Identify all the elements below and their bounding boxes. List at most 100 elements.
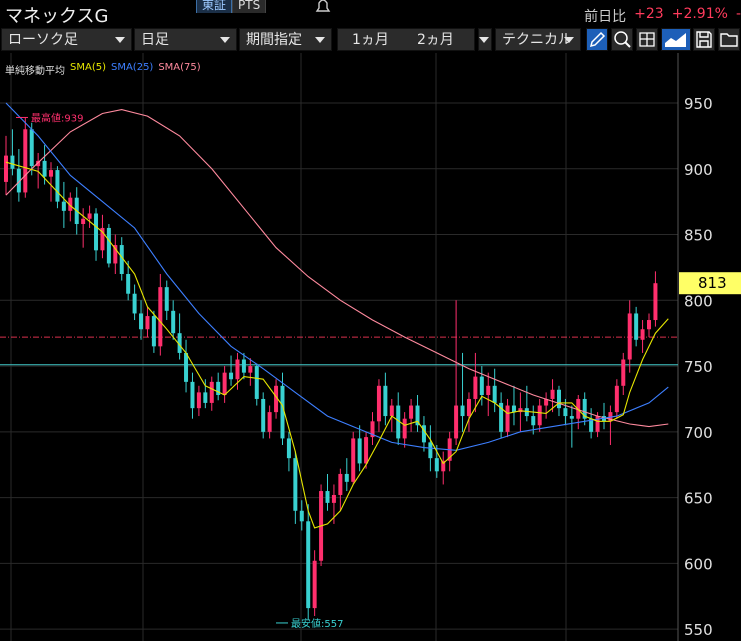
candle-body <box>409 405 414 419</box>
candle-body <box>486 385 491 396</box>
legend-sma25: SMA(25) <box>110 62 154 73</box>
chart-type-select[interactable]: ローソク足 <box>1 28 132 51</box>
zoom-123-icon[interactable] <box>611 28 633 51</box>
candle-body <box>171 310 176 334</box>
candle-body <box>376 385 381 422</box>
y-tick-label: 650 <box>684 490 713 508</box>
candle-body <box>344 473 349 482</box>
high-label: 最高値:939 <box>31 111 83 124</box>
change-label: 前日比 <box>584 9 627 25</box>
candle-body <box>222 372 227 396</box>
range-mode-select[interactable]: 期間指定 <box>239 28 332 51</box>
period-label: 日足 <box>141 32 169 48</box>
candle-body <box>29 129 34 167</box>
tab-pts[interactable]: PTS <box>232 0 267 13</box>
tab-tse[interactable]: 東証 <box>196 0 233 13</box>
candle-body <box>55 170 60 202</box>
candle-body <box>389 405 394 417</box>
candle-body <box>158 287 163 347</box>
range-2m-button[interactable]: 2ヵ月 <box>417 29 454 52</box>
y-tick-label: 950 <box>684 95 713 113</box>
candle-body <box>267 412 272 432</box>
legend: 単純移動平均 SMA(5) SMA(25) SMA(75) <box>5 62 201 77</box>
range-mode-label: 期間指定 <box>246 32 302 48</box>
candle-body <box>364 437 369 464</box>
candle-body <box>49 170 54 177</box>
candle-body <box>505 405 510 432</box>
candle-body <box>653 283 658 321</box>
candle-body <box>595 416 600 432</box>
candle-body <box>235 359 240 380</box>
candle-body <box>325 491 330 503</box>
area-chart-icon[interactable] <box>661 28 691 51</box>
candle-body <box>87 213 92 219</box>
candle-body <box>338 473 343 495</box>
range-dropdown[interactable] <box>478 28 492 51</box>
y-tick-label: 600 <box>684 555 713 573</box>
save-icon[interactable] <box>693 28 715 51</box>
candle-body <box>94 213 99 251</box>
current-price-label: 813 <box>698 274 727 292</box>
candle-body <box>473 376 478 399</box>
y-tick-label: 900 <box>684 161 713 179</box>
sma75-line <box>5 109 669 428</box>
market-tabs: 東証 PTS <box>196 0 267 13</box>
candle-body <box>434 458 439 472</box>
period-select[interactable]: 日足 <box>134 28 237 51</box>
chevron-down-icon <box>315 37 325 43</box>
candle-body <box>151 316 156 347</box>
chart-type-label: ローソク足 <box>8 32 78 48</box>
candle-body <box>647 320 651 330</box>
candle-body <box>10 155 15 169</box>
low-label: 最安値:557 <box>291 617 343 630</box>
candle-body <box>306 521 311 609</box>
chart-area[interactable]: 950 900 850 800 750 700 650 600 550 最高値:939 最安値:55… <box>0 53 741 641</box>
change-trailing: - <box>735 6 741 22</box>
range-1m-button[interactable]: 1ヵ月 <box>352 29 389 52</box>
candle-body <box>190 381 195 409</box>
candlestick-chart[interactable]: 950 900 850 800 750 700 650 600 550 最高値:939 最安値:55… <box>0 53 741 641</box>
candle-body <box>634 313 639 340</box>
range-buttons: 1ヵ月 2ヵ月 <box>337 28 475 51</box>
candle-body <box>106 227 111 264</box>
candle-body <box>132 293 137 314</box>
chevron-down-icon <box>564 37 574 43</box>
chevron-down-icon <box>220 37 230 43</box>
candle-body <box>145 316 150 330</box>
candle-body <box>511 405 516 413</box>
pencil-icon[interactable] <box>586 28 608 51</box>
folder-icon[interactable] <box>718 28 740 51</box>
candle-body <box>299 510 304 522</box>
technical-select[interactable]: テクニカル <box>495 28 581 51</box>
candle-body <box>196 392 201 409</box>
candle-body <box>627 313 632 360</box>
y-tick-label: 850 <box>684 227 713 245</box>
y-tick-label: 800 <box>684 292 713 310</box>
candle-body <box>351 438 356 482</box>
candle-body <box>42 160 47 177</box>
technical-label: テクニカル <box>502 32 572 48</box>
candle-body <box>614 385 619 413</box>
candle-body <box>563 408 568 417</box>
candle-body <box>569 416 574 419</box>
candle-body <box>492 385 497 403</box>
candle-body <box>4 155 8 182</box>
candle-body <box>23 129 28 193</box>
legend-sma5: SMA(5) <box>70 62 106 73</box>
candle-body <box>164 287 169 311</box>
chevron-down-icon <box>479 37 489 43</box>
candle-body <box>81 218 86 225</box>
candle-body <box>415 405 420 426</box>
change-percent: +2.91% <box>671 6 728 22</box>
chevron-down-icon <box>115 37 125 43</box>
output-icon[interactable] <box>636 28 658 51</box>
change-value: +23 <box>634 6 664 22</box>
candle-body <box>203 392 208 403</box>
y-tick-label: 750 <box>684 358 713 376</box>
bell-icon[interactable] <box>312 0 334 13</box>
candle-body <box>312 560 317 609</box>
candle-body <box>241 359 246 373</box>
sma5-line <box>5 161 669 529</box>
candle-body <box>293 458 298 511</box>
candle-body <box>357 438 362 464</box>
